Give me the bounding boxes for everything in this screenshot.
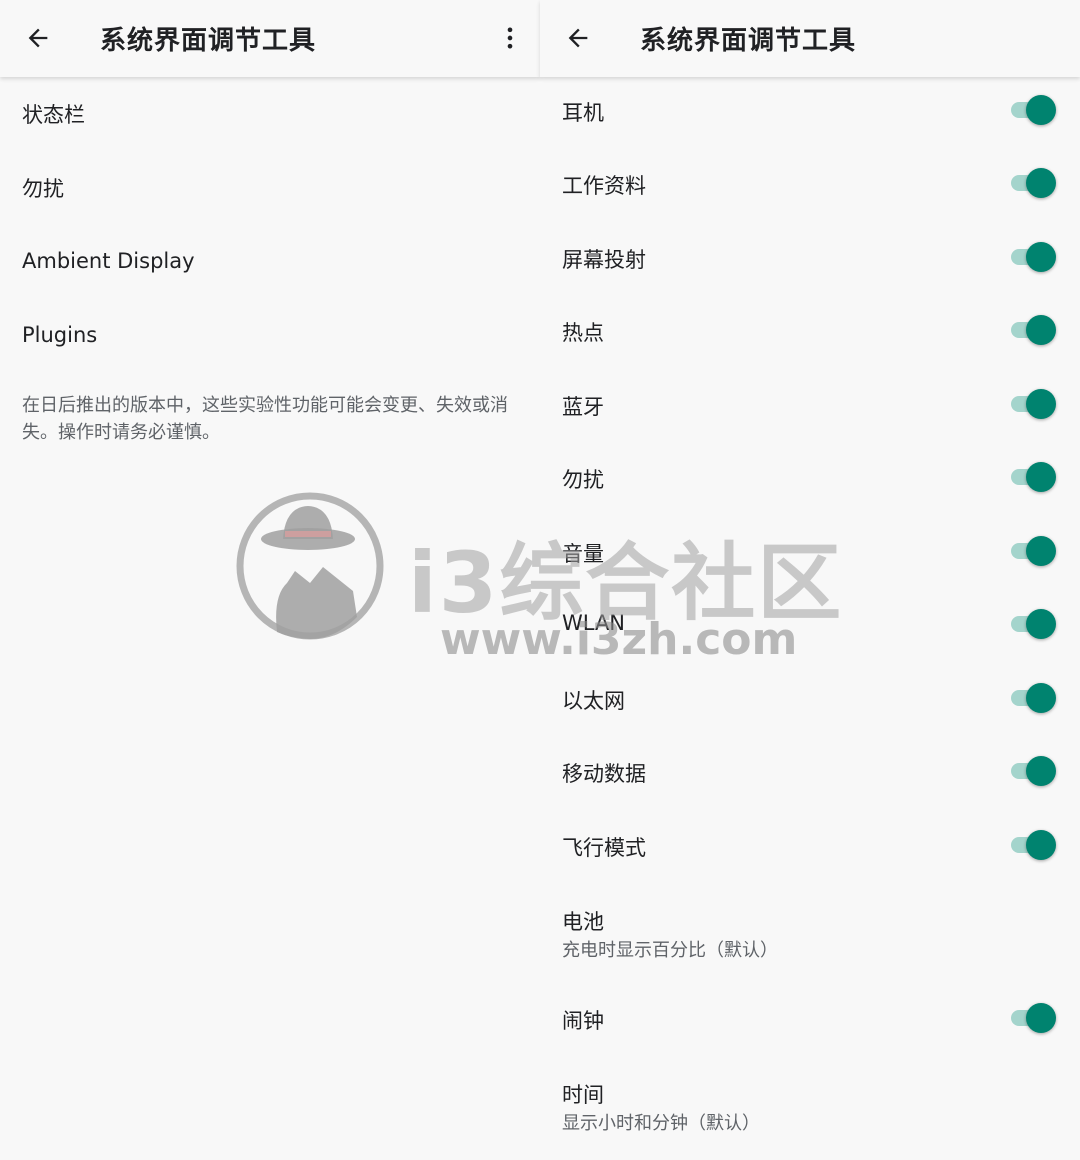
- setting-label: 勿扰: [562, 468, 604, 492]
- right-app-bar: 系统界面调节工具: [540, 0, 1080, 77]
- cast-switch[interactable]: [1008, 242, 1056, 272]
- setting-row-airplane-mode[interactable]: 飞行模式: [540, 812, 1080, 879]
- left-page-title: 系统界面调节工具: [100, 26, 317, 56]
- setting-row-volume[interactable]: 音量: [540, 518, 1080, 585]
- setting-label: 音量: [562, 542, 604, 566]
- headset-switch[interactable]: [1008, 95, 1056, 125]
- setting-label: 屏幕投射: [562, 248, 646, 272]
- setting-label: WLAN: [562, 611, 626, 635]
- wlan-switch[interactable]: [1008, 609, 1056, 639]
- arrow-back-icon: [28, 28, 48, 48]
- left-back-button[interactable]: [14, 16, 62, 60]
- setting-subtitle: 充电时显示百分比（默认）: [562, 940, 778, 961]
- setting-row-wlan[interactable]: WLAN: [540, 591, 1080, 658]
- left-app-bar: 系统界面调节工具: [0, 0, 540, 77]
- setting-row-mobile-data[interactable]: 移动数据: [540, 738, 1080, 805]
- left-panel: 系统界面调节工具 状态栏 勿扰 Ambient Display Plugins …: [0, 0, 540, 1160]
- more-options-button[interactable]: [490, 16, 530, 60]
- setting-label: 以太网: [562, 689, 625, 713]
- setting-subtitle: 显示小时和分钟（默认）: [562, 1113, 760, 1134]
- right-back-button[interactable]: [554, 16, 602, 60]
- do-not-disturb-switch[interactable]: [1008, 462, 1056, 492]
- bluetooth-switch[interactable]: [1008, 389, 1056, 419]
- menu-item-label: Ambient Display: [22, 249, 195, 273]
- setting-label: 蓝牙: [562, 395, 604, 419]
- mobile-data-switch[interactable]: [1008, 756, 1056, 786]
- setting-row-hotspot[interactable]: 热点: [540, 297, 1080, 364]
- setting-row-do-not-disturb[interactable]: 勿扰: [540, 444, 1080, 511]
- hotspot-switch[interactable]: [1008, 315, 1056, 345]
- setting-label: 飞行模式: [562, 836, 646, 860]
- setting-row-work-profile[interactable]: 工作资料: [540, 150, 1080, 217]
- setting-row-time[interactable]: 时间 显示小时和分钟（默认）: [540, 1058, 1080, 1148]
- setting-label: 耳机: [562, 101, 604, 125]
- menu-item-label: Plugins: [22, 323, 98, 347]
- arrow-back-icon: [568, 28, 588, 48]
- work-profile-switch[interactable]: [1008, 168, 1056, 198]
- setting-row-cast[interactable]: 屏幕投射: [540, 224, 1080, 291]
- setting-row-alarm[interactable]: 闹钟: [540, 985, 1080, 1052]
- experimental-warning-note: 在日后推出的版本中，这些实验性功能可能会变更、失效或消失。操作时请务必谨慎。: [22, 395, 508, 443]
- menu-item-label: 状态栏: [22, 103, 85, 127]
- setting-label: 闹钟: [562, 1009, 604, 1033]
- setting-label: 工作资料: [562, 174, 646, 198]
- airplane-mode-switch[interactable]: [1008, 830, 1056, 860]
- menu-item-plugins[interactable]: Plugins: [0, 298, 540, 372]
- menu-item-ambient-display[interactable]: Ambient Display: [0, 224, 540, 298]
- right-panel: 系统界面调节工具 耳机 工作资料 屏幕投射 热点 蓝牙 勿扰 音量 WLAN 以…: [540, 0, 1080, 1160]
- setting-row-bluetooth[interactable]: 蓝牙: [540, 371, 1080, 438]
- menu-item-do-not-disturb[interactable]: 勿扰: [0, 151, 540, 225]
- setting-label: 时间: [562, 1083, 604, 1107]
- setting-row-battery[interactable]: 电池 充电时显示百分比（默认）: [540, 885, 1080, 975]
- setting-label: 热点: [562, 321, 604, 345]
- setting-row-ethernet[interactable]: 以太网: [540, 665, 1080, 732]
- setting-label: 移动数据: [562, 762, 646, 786]
- menu-item-label: 勿扰: [22, 177, 64, 201]
- menu-item-status-bar[interactable]: 状态栏: [0, 77, 540, 151]
- setting-row-headset[interactable]: 耳机: [540, 77, 1080, 144]
- volume-switch[interactable]: [1008, 536, 1056, 566]
- more-vert-icon: [507, 27, 513, 49]
- right-page-title: 系统界面调节工具: [640, 26, 857, 56]
- setting-label: 电池: [562, 910, 604, 934]
- alarm-switch[interactable]: [1008, 1003, 1056, 1033]
- ethernet-switch[interactable]: [1008, 683, 1056, 713]
